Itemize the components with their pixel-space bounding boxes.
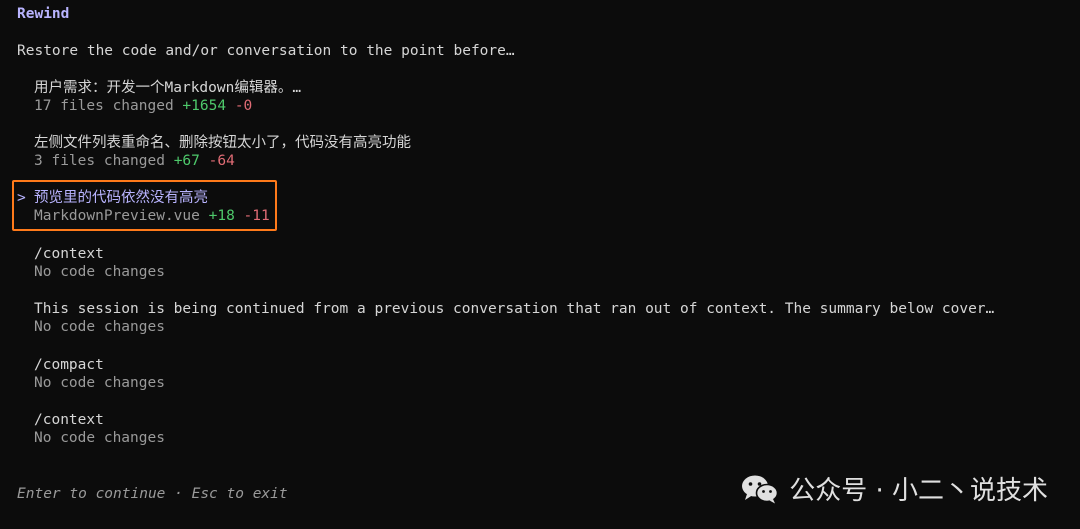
list-item-sub: No code changes xyxy=(34,375,165,391)
list-item-stats: 17 files changed +1654 -0 xyxy=(34,97,252,115)
stats-added: +67 xyxy=(173,153,200,169)
list-item-sub: No code changes xyxy=(34,430,165,446)
stats-file: MarkdownPreview.vue xyxy=(34,208,200,224)
stats-removed: -0 xyxy=(234,98,253,114)
stats-removed: -64 xyxy=(208,153,235,169)
list-item-title: 左侧文件列表重命名、删除按钮太小了，代码没有高亮功能 xyxy=(34,135,411,151)
selection-caret-icon: > xyxy=(17,190,26,206)
watermark: 公众号 · 小二丶说技术 xyxy=(741,470,1048,507)
watermark-text: 公众号 · 小二丶说技术 xyxy=(789,476,1048,506)
list-item-sub: No code changes xyxy=(34,319,165,335)
list-item-sub: No code changes xyxy=(34,264,165,280)
list-item-title: This session is being continued from a p… xyxy=(34,301,995,317)
list-item-stats: MarkdownPreview.vue +18 -11 xyxy=(34,207,270,225)
list-item-title: /context xyxy=(34,246,104,262)
list-item-stats: 3 files changed +67 -64 xyxy=(34,152,235,170)
footer-hint: Enter to continue · Esc to exit xyxy=(17,486,288,502)
panel-title: Rewind xyxy=(17,6,70,22)
list-item-title: /compact xyxy=(34,357,104,373)
wechat-icon xyxy=(741,474,779,504)
panel-prompt: Restore the code and/or conversation to … xyxy=(17,43,515,59)
list-item-title: 用户需求：开发一个Markdown编辑器。… xyxy=(34,80,302,96)
stats-added: +18 xyxy=(208,208,235,224)
list-item-title: 预览里的代码依然没有高亮 xyxy=(34,190,208,206)
stats-files: 3 files changed xyxy=(34,153,165,169)
stats-added: +1654 xyxy=(182,98,227,114)
stats-files: 17 files changed xyxy=(34,98,174,114)
list-item-title: /context xyxy=(34,412,104,428)
stats-removed: -11 xyxy=(243,208,270,224)
